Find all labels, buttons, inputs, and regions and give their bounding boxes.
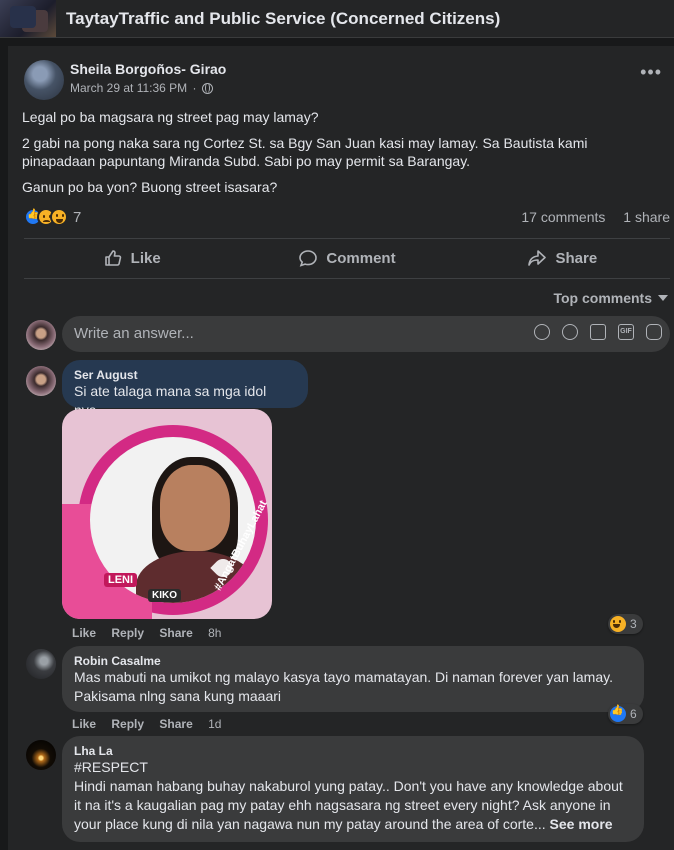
comment-text-hashtag: #RESPECT bbox=[74, 759, 148, 775]
author-name[interactable]: Sheila Borgoños- Girao bbox=[70, 61, 226, 77]
commenter-avatar[interactable] bbox=[26, 649, 56, 679]
comment-time[interactable]: 8h bbox=[208, 626, 221, 640]
reaction-count: 7 bbox=[73, 208, 82, 226]
comment-time[interactable]: 1d bbox=[208, 717, 221, 731]
commenter-name[interactable]: Robin Casalme bbox=[74, 654, 632, 668]
globe-icon bbox=[201, 83, 213, 94]
comment-actions: Like Reply Share 8h bbox=[72, 626, 233, 640]
comment-actions: Like Reply Share 1d bbox=[72, 717, 233, 731]
comment-button[interactable]: Comment bbox=[239, 240, 454, 276]
comment-text: Hindi naman habang buhay nakaburol yung … bbox=[74, 777, 632, 834]
group-header-bar: TaytayTraffic and Public Service (Concer… bbox=[0, 0, 674, 38]
leni-badge: LENI bbox=[104, 573, 138, 587]
divider bbox=[24, 278, 670, 279]
comment-like-link[interactable]: Like bbox=[72, 717, 96, 731]
post-paragraph-3: Ganun po ba yon? Buong street isasara? bbox=[22, 179, 278, 195]
meta-separator: · bbox=[192, 81, 197, 95]
comment-button-label: Comment bbox=[326, 249, 396, 267]
commenter-avatar[interactable] bbox=[26, 740, 56, 770]
post-card: Sheila Borgoños- Girao March 29 at 11:36… bbox=[8, 46, 674, 850]
post-date[interactable]: March 29 at 11:36 PM bbox=[70, 81, 187, 95]
share-button[interactable]: Share bbox=[455, 240, 670, 276]
camera-icon[interactable] bbox=[590, 324, 606, 340]
comment-reply-link[interactable]: Reply bbox=[111, 717, 144, 731]
like-button[interactable]: Like bbox=[24, 240, 239, 276]
current-user-avatar[interactable] bbox=[26, 320, 56, 350]
commenter-avatar[interactable] bbox=[26, 366, 56, 396]
comment-input[interactable]: Write an answer... GIF bbox=[62, 316, 670, 352]
comment-sort-label: Top comments bbox=[553, 290, 652, 306]
comment-text-body: Hindi naman habang buhay nakaburol yung … bbox=[74, 778, 623, 832]
post-paragraph-2: 2 gabi na pong naka sara ng Cortez St. s… bbox=[22, 135, 588, 169]
share-arrow-icon bbox=[528, 250, 547, 266]
share-button-label: Share bbox=[555, 249, 598, 267]
shares-count-link[interactable]: 1 share bbox=[623, 209, 670, 225]
like-reaction-icon bbox=[610, 705, 626, 722]
comment-bubble-icon bbox=[299, 250, 318, 267]
haha-reaction-icon bbox=[50, 208, 68, 226]
composer-icons: GIF bbox=[534, 324, 662, 340]
comment-reaction-badge[interactable]: 3 bbox=[608, 614, 643, 634]
more-options-button[interactable]: ••• bbox=[640, 63, 662, 81]
reaction-summary[interactable]: 7 bbox=[24, 207, 81, 227]
gif-icon[interactable]: GIF bbox=[618, 324, 634, 340]
comment-like-link[interactable]: Like bbox=[72, 626, 96, 640]
comment-share-link[interactable]: Share bbox=[159, 717, 192, 731]
group-cover-thumbnail[interactable] bbox=[0, 0, 56, 37]
see-more-link[interactable]: See more bbox=[550, 816, 613, 832]
author-avatar[interactable] bbox=[24, 60, 64, 100]
comment-share-link[interactable]: Share bbox=[159, 626, 192, 640]
comment-bubble: Lha La #RESPECT Hindi naman habang buhay… bbox=[62, 736, 644, 842]
emoji-icon[interactable] bbox=[562, 324, 578, 340]
post-paragraph-1: Legal po ba magsara ng street pag may la… bbox=[22, 109, 319, 125]
avatar-sticker-icon[interactable] bbox=[534, 324, 550, 340]
post-action-bar: Like Comment Share bbox=[24, 240, 670, 276]
comment-bubble: Robin Casalme Mas mabuti na umikot ng ma… bbox=[62, 646, 644, 712]
comment-reply-link[interactable]: Reply bbox=[111, 626, 144, 640]
like-button-label: Like bbox=[130, 249, 161, 267]
comment-reaction-count: 3 bbox=[630, 617, 637, 631]
comment-reaction-badge[interactable]: 6 bbox=[608, 704, 643, 724]
comment-input-placeholder: Write an answer... bbox=[74, 325, 194, 342]
haha-reaction-icon bbox=[610, 616, 626, 632]
kiko-badge: KIKO bbox=[148, 589, 181, 602]
sticker-icon[interactable] bbox=[646, 324, 662, 340]
group-title[interactable]: TaytayTraffic and Public Service (Concer… bbox=[66, 9, 500, 29]
commenter-name[interactable]: Ser August bbox=[74, 368, 296, 382]
engagement-counts: 17 comments 1 share bbox=[507, 209, 670, 225]
comment-photo[interactable]: LENI KIKO #AngatBuhayLahat bbox=[62, 409, 272, 619]
thumbs-up-icon bbox=[104, 250, 121, 266]
comments-count-link[interactable]: 17 comments bbox=[521, 209, 605, 225]
comment-reaction-count: 6 bbox=[630, 707, 637, 721]
caret-down-icon bbox=[658, 295, 668, 301]
comment-text: Mas mabuti na umikot ng malayo kasya tay… bbox=[74, 669, 613, 704]
comment-bubble: Ser August Si ate talaga mana sa mga ido… bbox=[62, 360, 308, 418]
commenter-name[interactable]: Lha La bbox=[74, 744, 632, 758]
comment-sort-dropdown[interactable]: Top comments bbox=[553, 290, 668, 306]
divider bbox=[24, 238, 670, 239]
post-meta: March 29 at 11:36 PM · bbox=[70, 81, 213, 95]
person-face bbox=[160, 465, 230, 551]
